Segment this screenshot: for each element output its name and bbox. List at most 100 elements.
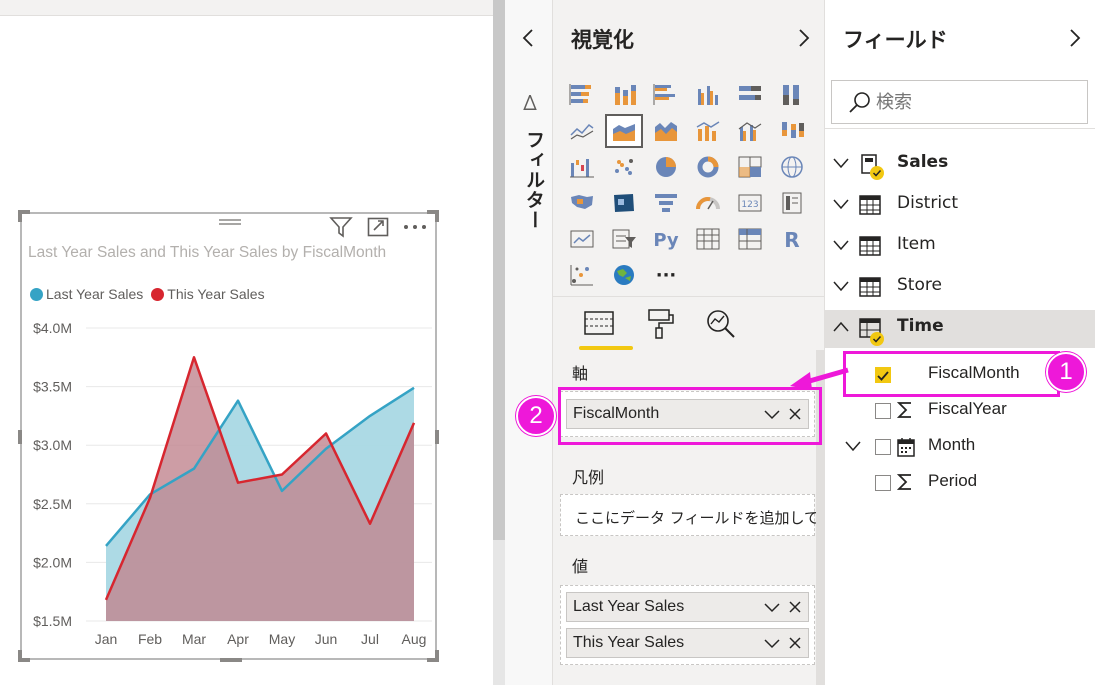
chevron-up-icon[interactable] (833, 321, 849, 333)
resize-handle-right[interactable] (435, 430, 439, 444)
multi-row-card-icon[interactable] (775, 188, 809, 218)
card-icon[interactable]: 123 (733, 188, 767, 218)
pie-chart-icon[interactable] (649, 152, 683, 182)
clustered-bar-chart-icon[interactable] (649, 80, 683, 110)
table-row-district[interactable]: District (825, 187, 1095, 223)
remove-field-icon[interactable] (788, 600, 802, 614)
chevron-down-icon[interactable] (833, 157, 849, 169)
100-stacked-column-chart-icon[interactable] (775, 80, 809, 110)
format-paint-roller-icon[interactable] (645, 308, 675, 340)
search-input[interactable] (876, 89, 1076, 115)
y-tick-label: $3.0M (33, 437, 72, 453)
table-name: Item (897, 234, 936, 254)
stacked-area-chart-icon[interactable] (649, 116, 683, 146)
resize-handle-bottom[interactable] (220, 658, 242, 662)
resize-handle-br[interactable] (435, 650, 439, 662)
100-stacked-bar-chart-icon[interactable] (733, 80, 767, 110)
checkbox[interactable] (875, 475, 891, 491)
y-tick-label: $1.5M (33, 613, 72, 629)
field-row-month[interactable]: Month (825, 429, 1095, 465)
scrollbar-thumb[interactable] (493, 0, 505, 540)
more-visuals-icon[interactable]: ··· (649, 260, 683, 290)
chevron-down-icon[interactable] (764, 636, 780, 650)
filters-label[interactable]: フィルター (521, 130, 548, 230)
scatter-chart-icon[interactable] (607, 152, 641, 182)
field-pill-this-year-sales[interactable]: This Year Sales (566, 628, 809, 658)
sigma-icon (897, 402, 911, 418)
chevron-down-icon[interactable] (764, 600, 780, 614)
table-row-sales[interactable]: Sales (825, 146, 1095, 182)
calculator-table-icon (861, 154, 884, 180)
table-name: District (897, 193, 959, 213)
y-tick-label: $4.0M (33, 320, 72, 336)
chevron-down-icon[interactable] (833, 280, 849, 292)
resize-handle-tr[interactable] (435, 210, 439, 222)
line-chart-icon[interactable] (565, 116, 599, 146)
active-tab-indicator (579, 346, 633, 350)
annotation-badge-1: 1 (1046, 352, 1086, 392)
axis-well-label: 軸 (572, 364, 589, 383)
chart-plot: $1.5M $2.0M $2.5M $3.0M $3.5M $4.0M Jan Feb Mar A… (33, 320, 432, 647)
svg-text:Py: Py (653, 230, 679, 251)
fields-tab-icon[interactable] (583, 308, 615, 338)
table-row-time[interactable]: Time (825, 310, 1095, 348)
fields-search-box[interactable] (831, 80, 1088, 124)
table-row-store[interactable]: Store (825, 269, 1095, 305)
field-row-fiscalyear[interactable]: FiscalYear (825, 393, 1095, 429)
x-tick-label: Mar (182, 631, 206, 647)
x-tick-label: Apr (227, 631, 249, 647)
area-chart-icon[interactable] (605, 114, 643, 148)
kpi-icon[interactable] (565, 224, 599, 254)
funnel-chart-icon[interactable] (649, 188, 683, 218)
legend-well-label: 凡例 (572, 468, 605, 487)
chevron-down-icon[interactable] (845, 440, 861, 452)
report-canvas[interactable]: Last Year Sales and This Year Sales by F… (0, 0, 493, 685)
ribbon-chart-icon[interactable] (775, 116, 809, 146)
clustered-column-chart-icon[interactable] (691, 80, 725, 110)
table-row-item[interactable]: Item (825, 228, 1095, 264)
field-pill-last-year-sales[interactable]: Last Year Sales (566, 592, 809, 622)
python-visual-icon[interactable]: Py (649, 224, 683, 254)
x-tick-label: Jun (315, 631, 338, 647)
chevron-left-icon[interactable] (522, 28, 534, 48)
table-checked-icon (859, 318, 884, 346)
canvas-scrollbar[interactable] (493, 0, 505, 685)
y-tick-label: $2.0M (33, 554, 72, 570)
filled-map-icon[interactable] (565, 188, 599, 218)
table-icon (859, 277, 881, 297)
chevron-down-icon[interactable] (833, 198, 849, 210)
area-chart-visual[interactable]: Last Year Sales and This Year Sales by F… (18, 210, 439, 662)
filter-pane-collapsed[interactable]: フィルター (505, 0, 553, 685)
legend-well[interactable]: ここにデータ フィールドを追加して... (560, 494, 833, 536)
line-and-clustered-column-icon[interactable] (733, 116, 767, 146)
waterfall-chart-icon[interactable] (565, 152, 599, 182)
arcgis-map-icon[interactable] (607, 260, 641, 290)
chevron-right-icon[interactable] (1069, 28, 1081, 48)
table-name: Store (897, 275, 942, 295)
treemap-icon[interactable] (733, 152, 767, 182)
table-icon (859, 236, 881, 256)
chevron-right-icon[interactable] (798, 28, 810, 48)
line-and-stacked-column-icon[interactable] (691, 116, 725, 146)
r-visual-icon[interactable]: R (775, 224, 809, 254)
gauge-chart-icon[interactable] (691, 188, 725, 218)
checkbox[interactable] (875, 403, 891, 419)
key-influencers-icon[interactable] (565, 260, 599, 290)
analytics-magnifier-icon[interactable] (705, 308, 737, 340)
table-visual-icon[interactable] (691, 224, 725, 254)
slicer-icon[interactable] (607, 224, 641, 254)
stacked-bar-chart-icon[interactable] (565, 80, 599, 110)
checkbox[interactable] (875, 439, 891, 455)
map-icon[interactable] (775, 152, 809, 182)
shape-map-icon[interactable] (607, 188, 641, 218)
x-tick-label: May (269, 631, 295, 647)
remove-field-icon[interactable] (788, 636, 802, 650)
values-well[interactable]: Last Year Sales This Year Sales (560, 585, 815, 665)
chevron-down-icon[interactable] (833, 239, 849, 251)
field-row-period[interactable]: Period (825, 465, 1095, 501)
fields-title: フィールド (843, 28, 948, 52)
matrix-visual-icon[interactable] (733, 224, 767, 254)
donut-chart-icon[interactable] (691, 152, 725, 182)
sigma-icon (897, 474, 911, 490)
stacked-column-chart-icon[interactable] (607, 80, 641, 110)
